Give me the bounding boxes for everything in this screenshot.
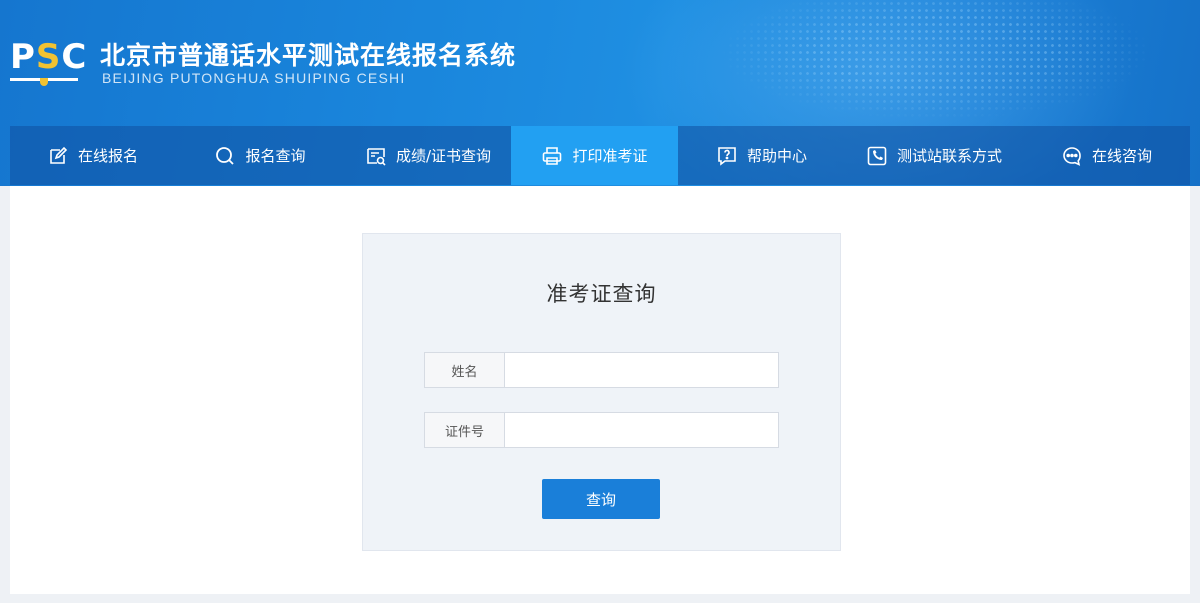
certificate-search-icon <box>365 145 387 167</box>
nav-item-test-center-contact[interactable]: 测试站联系方式 <box>845 126 1023 185</box>
nav-item-online-consultation[interactable]: 在线咨询 <box>1023 126 1190 185</box>
name-label: 姓名 <box>425 353 505 387</box>
name-field: 姓名 <box>424 352 779 388</box>
printer-icon <box>541 145 563 167</box>
name-input[interactable] <box>505 353 778 387</box>
nav-item-registration-query[interactable]: 报名查询 <box>175 126 345 185</box>
nav-item-label: 帮助中心 <box>746 147 807 165</box>
panel-title: 准考证查询 <box>546 282 657 306</box>
nav-item-label: 在线报名 <box>77 147 138 165</box>
main-nav: 在线报名 报名查询 成绩/证书查询 打印准考证 帮助中心 测试站联系方式 在线咨… <box>10 126 1190 185</box>
logo-letters: PSC <box>10 37 88 77</box>
phone-icon <box>866 145 888 167</box>
nav-item-label: 测试站联系方式 <box>896 147 1002 165</box>
search-icon <box>214 145 236 167</box>
id-number-input[interactable] <box>505 413 778 447</box>
nav-item-label: 在线咨询 <box>1091 147 1152 165</box>
main-content: 准考证查询 姓名 证件号 查询 <box>10 186 1190 594</box>
psc-logo[interactable]: PSC <box>10 37 88 88</box>
id-number-label: 证件号 <box>425 413 505 447</box>
nav-item-label: 报名查询 <box>245 147 306 165</box>
nav-item-score-certificate-query[interactable]: 成绩/证书查询 <box>345 126 511 185</box>
nav-item-help-center[interactable]: 帮助中心 <box>678 126 845 185</box>
page-header: PSC 北京市普通话水平测试在线报名系统 BEIJING PUTONGHUA S… <box>0 0 1200 186</box>
site-title: 北京市普通话水平测试在线报名系统 <box>100 41 517 70</box>
edit-icon <box>47 145 69 167</box>
nav-item-label: 成绩/证书查询 <box>395 147 492 165</box>
admission-ticket-query-panel: 准考证查询 姓名 证件号 查询 <box>362 233 841 551</box>
help-icon <box>716 145 738 167</box>
site-subtitle: BEIJING PUTONGHUA SHUIPING CESHI <box>102 70 406 86</box>
book-icon <box>10 78 78 86</box>
query-button[interactable]: 查询 <box>542 479 660 519</box>
nav-item-online-registration[interactable]: 在线报名 <box>10 126 175 185</box>
id-number-field: 证件号 <box>424 412 779 448</box>
nav-item-label: 打印准考证 <box>572 147 648 165</box>
chat-icon <box>1061 145 1083 167</box>
nav-item-print-admission-ticket[interactable]: 打印准考证 <box>511 126 678 185</box>
world-map-decoration <box>720 0 1200 130</box>
